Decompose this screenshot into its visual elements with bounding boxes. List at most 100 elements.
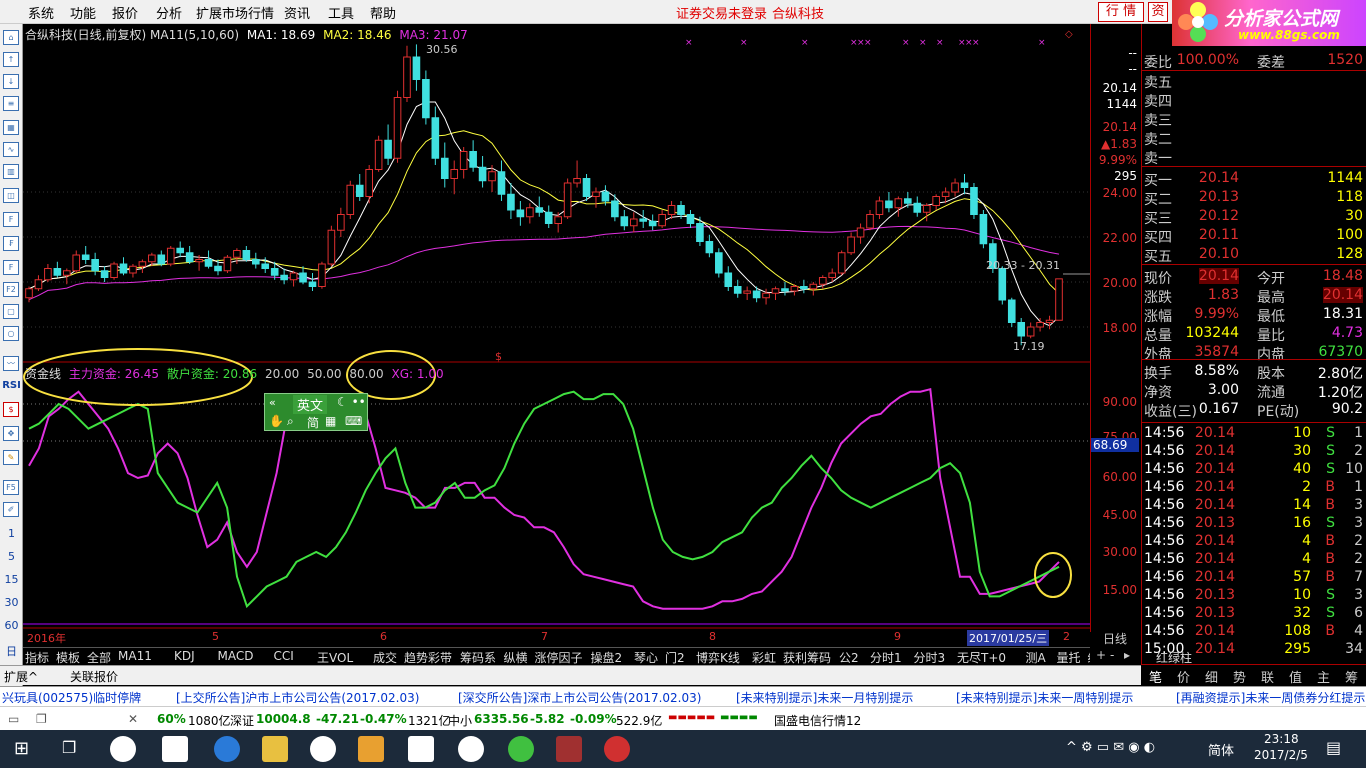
tab-chips[interactable]: 筹 [1345, 667, 1358, 686]
menu-analysis[interactable]: 分析 [156, 3, 182, 22]
period-30[interactable]: 30 [2, 596, 21, 609]
period-1[interactable]: 1 [2, 527, 21, 540]
ime-mode[interactable]: 简 [307, 414, 319, 431]
indicator-tab[interactable]: MACD [218, 649, 254, 663]
ticker-item-4[interactable]: [未来特别提示]未来一月特别提示 [736, 689, 913, 706]
period-5[interactable]: 5 [2, 550, 21, 563]
ime-toolbar[interactable]: « 英文 ☾ •• ✋ ⌕ 简 ▦ ⌨ [264, 393, 368, 431]
grid-icon[interactable]: ▦ [3, 120, 19, 135]
ime-moon-icon[interactable]: ☾ •• [337, 395, 366, 409]
qq-icon[interactable] [310, 736, 336, 762]
zoom-in-button[interactable]: + [1096, 648, 1106, 662]
zoom-out-button[interactable]: - [1110, 648, 1114, 662]
indicator-tab[interactable]: 红绿柱 [1156, 649, 1192, 666]
indicator-tab[interactable]: 博弈K线 [696, 649, 740, 666]
period-15[interactable]: 15 [2, 573, 21, 586]
store-icon[interactable] [162, 736, 188, 762]
tab-ticks[interactable]: 笔 [1149, 667, 1162, 686]
indicator-tab[interactable]: 公2 [839, 649, 859, 666]
indicator-tab[interactable]: CCI [274, 649, 294, 663]
indicator-tab[interactable]: 指标 [25, 649, 49, 666]
pan-right-button[interactable]: ▸ [1124, 648, 1130, 662]
indicator-tab[interactable]: 分时3 [914, 649, 946, 666]
f2-icon[interactable]: F2 [3, 282, 19, 297]
indicator-tab[interactable]: 全部 [87, 649, 111, 666]
arrow-down-icon[interactable]: ↓ [3, 74, 19, 89]
pencil-icon[interactable]: ✎ [3, 450, 19, 465]
indicator-tab[interactable]: 无尽T+0 [957, 649, 1006, 666]
document-icon[interactable] [408, 736, 434, 762]
circle-icon[interactable]: ○ [3, 326, 19, 341]
tray-icons[interactable]: ^ ⚙ ▭ ✉ ◉ ◐ [1066, 740, 1155, 755]
ime-language[interactable]: 英文 [293, 395, 328, 414]
dollar-icon[interactable]: $ [3, 402, 19, 417]
task-view-icon[interactable]: ❐ [62, 738, 76, 757]
ime-settings-icon[interactable]: ▦ [325, 414, 336, 428]
ticker-item-3[interactable]: [深交所公告]深市上市公司公告(2017.02.03) [458, 689, 701, 706]
home-icon[interactable]: ⌂ [3, 30, 19, 45]
f5-icon[interactable]: F5 [3, 480, 19, 495]
close-icon[interactable]: ✕ [128, 712, 138, 726]
ticker-item-6[interactable]: [再融资提示]未来一周债券分红提示 [1176, 689, 1365, 706]
menu-help[interactable]: 帮助 [370, 3, 396, 22]
menu-quote[interactable]: 报价 [112, 3, 138, 22]
indicator-tab[interactable]: 成交 [373, 649, 397, 666]
indicator-tab[interactable]: MA11 [118, 649, 152, 663]
tab-value[interactable]: 值 [1289, 667, 1302, 686]
indicator-tab[interactable]: 操盘2 [591, 649, 623, 666]
arrow-up-icon[interactable]: ↑ [3, 52, 19, 67]
copy-icon[interactable]: ❐ [36, 712, 47, 726]
chart-area[interactable]: × × × × × × × × × × × × × ◇ 合纵科技(日线,前复权) MA11(5,10,60… [23, 24, 1090, 646]
indicator-tab[interactable]: 趋势彩带 [404, 649, 452, 666]
move-icon[interactable]: ✥ [3, 426, 19, 441]
indicator-tab[interactable]: KDJ [174, 649, 195, 663]
restore-icon[interactable]: ▭ [8, 712, 19, 726]
line-chart-icon[interactable]: ∿ [3, 142, 19, 157]
tab-main[interactable]: 主 [1317, 667, 1330, 686]
indicator-tab[interactable]: 琴心 [634, 649, 658, 666]
ticker-item-2[interactable]: [上交所公告]沪市上市公司公告(2017.02.03) [176, 689, 419, 706]
rsi-label[interactable]: RSI [2, 380, 21, 391]
indicator-tab[interactable]: 纵横 [504, 649, 528, 666]
notification-icon[interactable]: ▤ [1326, 738, 1341, 757]
finance-icon[interactable]: ₣ [3, 236, 19, 251]
indicator-tab[interactable]: 门2 [665, 649, 685, 666]
menu-news[interactable]: 资讯 [284, 3, 310, 22]
ime-search-icon[interactable]: ⌕ [287, 414, 294, 429]
period-day[interactable]: 日 [2, 643, 21, 659]
indicator-tab[interactable]: 获利筹码 [783, 649, 831, 666]
indicator-tab[interactable]: 涨停因子 [535, 649, 583, 666]
tab-trend[interactable]: 势 [1233, 667, 1246, 686]
sector-icon[interactable]: ◫ [3, 188, 19, 203]
info-button[interactable]: 资 [1148, 2, 1168, 22]
related-quote-tab[interactable]: 关联报价 [70, 668, 118, 685]
app-icon-1[interactable] [110, 736, 136, 762]
stock-app-icon[interactable] [604, 736, 630, 762]
market-button[interactable]: 行 情 [1098, 2, 1144, 22]
ticker-item-5[interactable]: [未来特别提示]未来一周特别提示 [956, 689, 1133, 706]
ime-hand-icon[interactable]: ✋ [269, 414, 284, 428]
window-icon[interactable]: ▢ [3, 304, 19, 319]
browser-icon[interactable] [508, 736, 534, 762]
tab-price[interactable]: 价 [1177, 667, 1190, 686]
menu-tools[interactable]: 工具 [328, 3, 354, 22]
f-icon[interactable]: F [3, 260, 19, 275]
axis-type-label[interactable]: 日线 [1103, 630, 1127, 647]
indicator-tab[interactable]: 筹码系 [460, 649, 496, 666]
tab-detail[interactable]: 细 [1205, 667, 1218, 686]
indicator-tab[interactable]: 王VOL [317, 649, 353, 666]
tab-link[interactable]: 联 [1261, 667, 1274, 686]
ime-keyboard-icon[interactable]: ⌨ [345, 414, 362, 428]
indicator-tab[interactable]: 测A [1026, 649, 1046, 666]
indicator-tab[interactable]: 模板 [56, 649, 80, 666]
indicator-tab[interactable]: 彩虹 [752, 649, 776, 666]
menu-function[interactable]: 功能 [70, 3, 96, 22]
game-icon[interactable] [556, 736, 582, 762]
menu-system[interactable]: 系统 [28, 3, 54, 22]
edge-icon[interactable] [214, 736, 240, 762]
bar-chart-icon[interactable]: ▥ [3, 164, 19, 179]
indicator-tab[interactable]: 分时1 [870, 649, 902, 666]
f10-icon[interactable]: F [3, 212, 19, 227]
ime-indicator[interactable]: 简体 [1208, 740, 1234, 759]
folder-icon[interactable] [262, 736, 288, 762]
